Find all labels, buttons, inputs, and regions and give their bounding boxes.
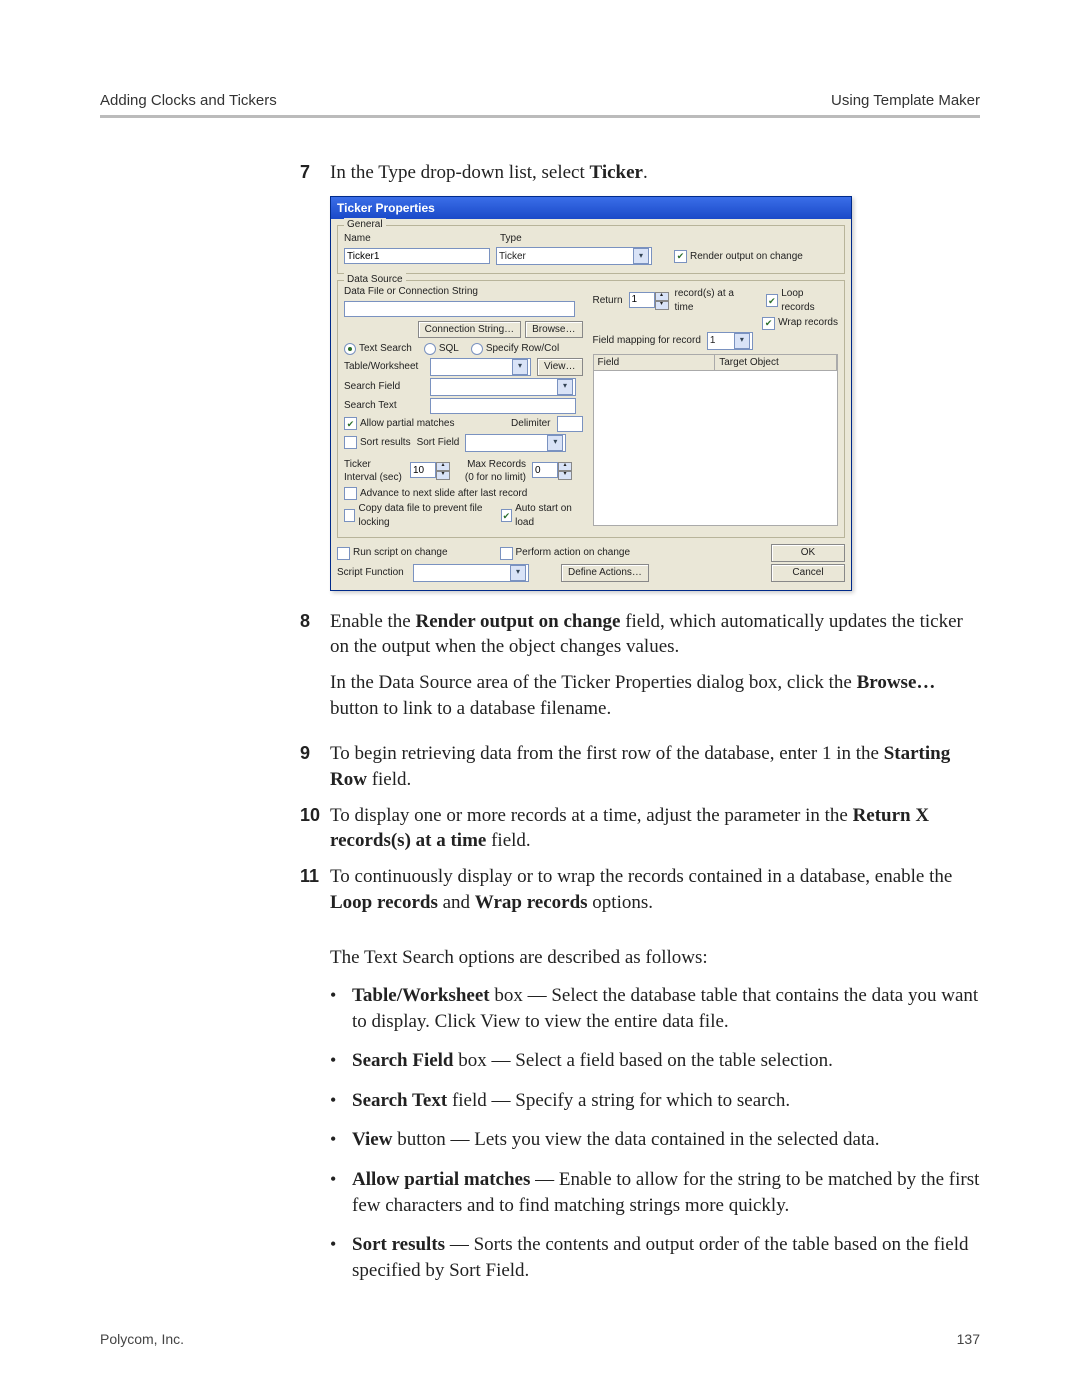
radio-sql[interactable]: SQL [424, 342, 459, 356]
field-mapping-dropdown[interactable]: 1▾ [707, 332, 753, 350]
ticker-interval-spinner[interactable]: ▴▾ [410, 462, 450, 480]
step-number: 7 [300, 160, 330, 186]
return-spinner[interactable]: ▴▾ [629, 292, 669, 310]
view-button[interactable]: View… [537, 358, 583, 376]
script-function-dropdown[interactable]: ▾ [413, 564, 529, 582]
chevron-down-icon: ▾ [734, 333, 750, 349]
table-worksheet-dropdown[interactable]: ▾ [430, 358, 531, 376]
chevron-down-icon: ▾ [557, 379, 573, 395]
connection-string-button[interactable]: Connection String… [418, 321, 522, 339]
radio-specify[interactable]: Specify Row/Col [471, 342, 559, 356]
chevron-down-icon: ▾ [547, 435, 563, 451]
step-7: 7 In the Type drop-down list, select Tic… [300, 160, 980, 186]
define-actions-button[interactable]: Define Actions… [561, 564, 649, 582]
render-output-checkbox[interactable]: ✔Render output on change [674, 250, 803, 264]
wrap-records-checkbox[interactable]: ✔Wrap records [762, 316, 838, 330]
dialog-titlebar: Ticker Properties [331, 197, 851, 219]
max-records-spinner[interactable]: ▴▾ [532, 462, 572, 480]
data-file-input[interactable] [344, 301, 575, 317]
copy-file-checkbox[interactable]: Copy data file to prevent file locking [344, 502, 495, 529]
search-text-input[interactable] [430, 398, 576, 414]
main-content: 7 In the Type drop-down list, select Tic… [300, 160, 980, 1284]
perform-action-checkbox[interactable]: Perform action on change [500, 546, 631, 560]
header-right: Using Template Maker [831, 92, 980, 109]
step-number: 11 [300, 864, 330, 915]
ticker-properties-dialog: Ticker Properties General Name Type Tick… [330, 196, 852, 591]
field-mapping-table[interactable]: FieldTarget Object [593, 354, 839, 526]
step-number: 8 [300, 609, 330, 732]
name-input[interactable] [344, 248, 490, 264]
list-item: Allow partial matches — Enable to allow … [330, 1167, 980, 1218]
list-item: Sort results — Sorts the contents and ou… [330, 1232, 980, 1283]
footer-page-number: 137 [957, 1331, 980, 1347]
chevron-down-icon: ▾ [512, 359, 528, 375]
chevron-down-icon: ▾ [510, 565, 526, 581]
step-number: 10 [300, 803, 330, 854]
cancel-button[interactable]: Cancel [771, 564, 845, 582]
step-11: 11 To continuously display or to wrap th… [300, 864, 980, 915]
chevron-down-icon: ▾ [633, 248, 649, 264]
type-dropdown[interactable]: Ticker▾ [496, 247, 652, 265]
ok-button[interactable]: OK [771, 544, 845, 562]
list-item: Table/Worksheet box — Select the databas… [330, 983, 980, 1034]
header-left: Adding Clocks and Tickers [100, 92, 277, 109]
footer-left: Polycom, Inc. [100, 1331, 184, 1347]
delimiter-input[interactable] [557, 416, 583, 432]
step-8: 8 Enable the Render output on change fie… [300, 609, 980, 732]
step-10: 10 To display one or more records at a t… [300, 803, 980, 854]
text-search-intro: The Text Search options are described as… [330, 945, 980, 971]
list-item: Search Field box — Select a field based … [330, 1048, 980, 1074]
bullet-list: Table/Worksheet box — Select the databas… [330, 983, 980, 1284]
browse-button[interactable]: Browse… [525, 321, 582, 339]
advance-checkbox[interactable]: Advance to next slide after last record [344, 487, 527, 501]
loop-records-checkbox[interactable]: ✔Loop records [766, 287, 838, 314]
search-field-dropdown[interactable]: ▾ [430, 378, 576, 396]
radio-text-search[interactable]: Text Search [344, 342, 412, 356]
sort-field-dropdown[interactable]: ▾ [465, 434, 566, 452]
run-script-checkbox[interactable]: Run script on change [337, 546, 448, 560]
sort-results-checkbox[interactable]: Sort results [344, 436, 411, 450]
list-item: Search Text field — Specify a string for… [330, 1088, 980, 1114]
page-header: Adding Clocks and Tickers Using Template… [100, 92, 980, 118]
allow-partial-checkbox[interactable]: ✔Allow partial matches [344, 417, 454, 431]
step-9: 9 To begin retrieving data from the firs… [300, 741, 980, 792]
section-general: General Name Type Ticker▾ ✔Render output… [337, 225, 845, 275]
step-number: 9 [300, 741, 330, 792]
page-footer: Polycom, Inc. 137 [100, 1331, 980, 1347]
auto-start-checkbox[interactable]: ✔Auto start on load [501, 502, 583, 529]
list-item: View button — Lets you view the data con… [330, 1127, 980, 1153]
section-data-source: Data Source Data File or Connection Stri… [337, 280, 845, 538]
